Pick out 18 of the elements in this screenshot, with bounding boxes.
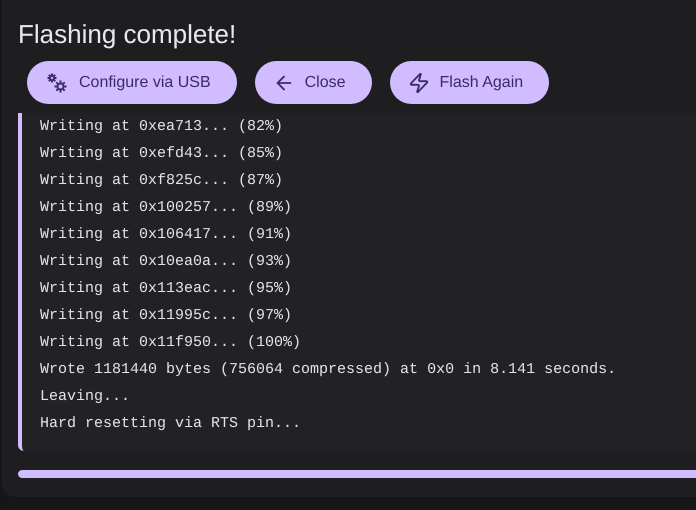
log-line: Writing at 0x100257... (89%) bbox=[40, 198, 292, 218]
log-line: Writing at 0x106417... (91%) bbox=[40, 225, 292, 245]
gears-icon bbox=[45, 70, 69, 94]
action-button[interactable]: Configure via USB bbox=[27, 61, 237, 104]
lightning-icon bbox=[408, 72, 430, 94]
log-line: Writing at 0xea713... (82%) bbox=[40, 117, 284, 137]
log-line: Wrote 1181440 bytes (756064 compressed) at 0x0 in 8.141 seconds. bbox=[40, 360, 616, 380]
log-line: Writing at 0x11f950... (100%) bbox=[40, 333, 302, 353]
log-line: Writing at 0x11995c... (97%) bbox=[40, 306, 292, 326]
log-line: Writing at 0xf825c... (87%) bbox=[40, 171, 284, 191]
log-line: Writing at 0x113eac... (95%) bbox=[40, 279, 292, 299]
action-button[interactable]: Close bbox=[254, 61, 372, 104]
log-line: Leaving... bbox=[40, 387, 130, 407]
dialog-title: Flashing complete! bbox=[18, 18, 236, 50]
log-line: Writing at 0x10ea0a... (93%) bbox=[40, 252, 292, 272]
action-button[interactable]: Flash Again bbox=[390, 61, 550, 104]
log-line: Hard resetting via RTS pin... bbox=[40, 414, 302, 434]
log-line: Writing at 0xefd43... (85%) bbox=[40, 144, 284, 164]
